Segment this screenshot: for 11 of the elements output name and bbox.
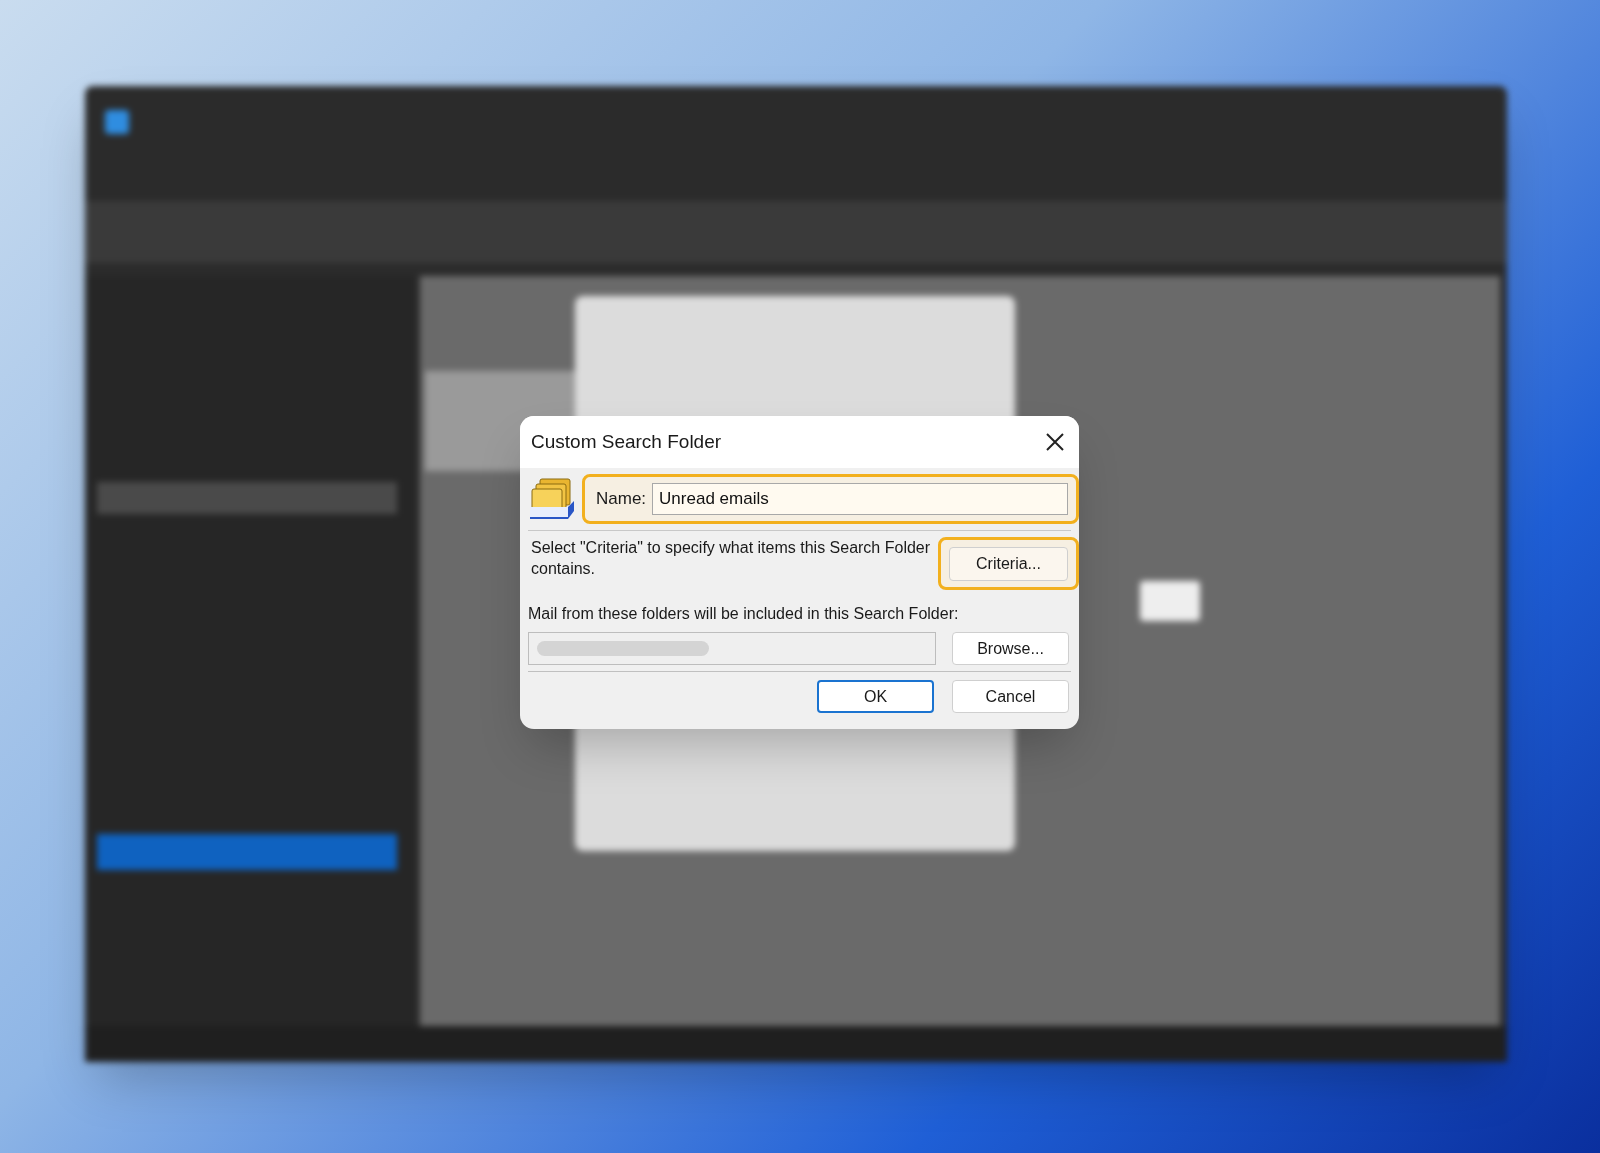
- browse-button[interactable]: Browse...: [952, 632, 1069, 665]
- name-input-field[interactable]: Unread emails: [652, 483, 1068, 515]
- dialog-button[interactable]: OK: [817, 680, 934, 713]
- name-label: Name:: [596, 488, 647, 511]
- dialog-button[interactable]: Cancel: [952, 680, 1069, 713]
- dialog-title: Custom Search Folder: [531, 429, 722, 454]
- folders-label: Mail from these folders will be included in this Search Folder:: [528, 604, 960, 624]
- close-icon[interactable]: [1045, 432, 1065, 452]
- folders-icon: [528, 477, 576, 521]
- description-text: Select "Criteria" to specify what items this Search Folder contains.: [531, 538, 932, 579]
- criteria-button[interactable]: Criteria...: [949, 546, 1068, 581]
